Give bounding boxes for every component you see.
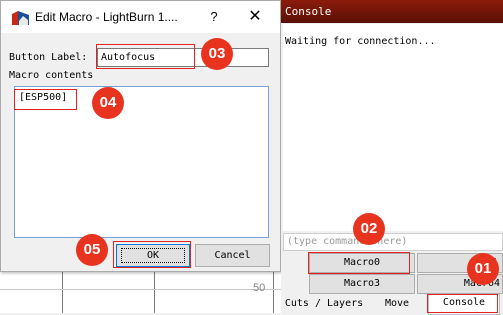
console-command-input[interactable]: (type commands here) [283,233,503,251]
dialog-title: Edit Macro - LightBurn 1.... [35,10,178,24]
ruler-label: 50 [253,282,266,294]
canvas-grid-line [273,272,274,313]
dialog-titlebar[interactable]: Edit Macro - LightBurn 1.... ? ✕ [1,1,280,33]
button-label-caption: Button Label: [9,52,88,63]
highlight-button-label [96,44,195,69]
cancel-button[interactable]: Cancel [195,244,270,267]
highlight-macro-contents [14,89,77,110]
tab-cuts-layers[interactable]: Cuts / Layers [281,296,368,313]
macro-contents-caption: Macro contents [9,70,94,81]
help-button[interactable]: ? [204,7,224,27]
callout-badge-01: 01 [467,253,499,285]
callout-badge-02: 02 [353,213,385,245]
callout-badge-03: 03 [201,38,233,70]
canvas-grid-line [0,289,282,290]
highlight-macro0-button [308,252,410,274]
tab-move[interactable]: Move [367,296,428,313]
canvas-grid-line [62,272,63,313]
highlight-ok-button [113,241,191,268]
close-icon[interactable]: ✕ [245,7,265,27]
callout-badge-05: 05 [76,234,108,266]
edit-macro-dialog: Edit Macro - LightBurn 1.... ? ✕ Button … [0,0,281,272]
canvas-grid-line [154,272,155,313]
callout-badge-04: 04 [92,87,124,119]
console-title: Console [281,0,503,23]
highlight-console-tab [427,294,498,313]
console-output: Waiting for connection... [283,24,503,231]
lightburn-app-icon [12,11,29,25]
macro-button-3[interactable]: Macro3 [309,274,415,294]
